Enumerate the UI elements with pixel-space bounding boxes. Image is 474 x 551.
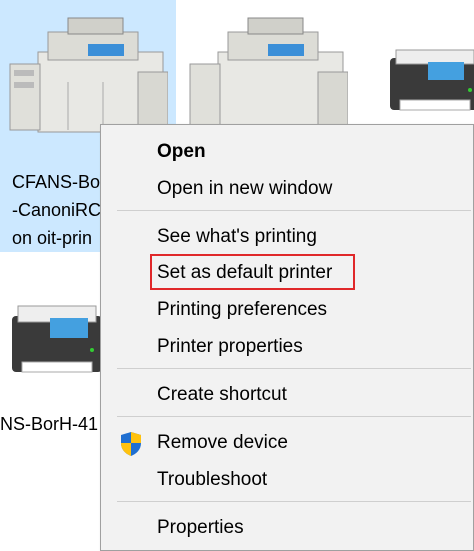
menu-item-label: Remove device: [157, 432, 288, 453]
menu-item-properties[interactable]: Properties: [101, 509, 473, 546]
menu-item-label: Printing preferences: [157, 299, 328, 320]
menu-item-open[interactable]: Open: [101, 133, 473, 170]
copier-printer-icon: [189, 17, 348, 133]
menu-item-label: Create shortcut: [157, 384, 287, 405]
printer-label-line: on oit-prin: [12, 228, 93, 248]
menu-item-see-whats-printing[interactable]: See what's printing: [101, 218, 473, 255]
menu-separator: [117, 368, 471, 369]
menu-item-label: Properties: [157, 517, 244, 538]
printer-tile-2[interactable]: [188, 12, 358, 133]
menu-item-label: Open: [157, 141, 206, 162]
menu-separator: [117, 501, 471, 502]
menu-item-create-shortcut[interactable]: Create shortcut: [101, 376, 473, 413]
printer-label-line: -CanoniRC: [12, 200, 102, 220]
menu-item-label: See what's printing: [157, 226, 317, 247]
menu-item-open-new-window[interactable]: Open in new window: [101, 170, 473, 207]
printer-tile-3[interactable]: [386, 40, 474, 124]
copier-printer-icon: [9, 17, 168, 133]
menu-item-printer-properties[interactable]: Printer properties: [101, 328, 473, 365]
uac-shield-icon: [121, 432, 141, 456]
context-menu: Open Open in new window See what's print…: [100, 124, 474, 551]
inkjet-printer-icon: [390, 49, 474, 111]
menu-item-printing-preferences[interactable]: Printing preferences: [101, 291, 473, 328]
menu-item-troubleshoot[interactable]: Troubleshoot: [101, 461, 473, 498]
menu-item-remove-device[interactable]: Remove device: [101, 424, 473, 461]
menu-item-label: Printer properties: [157, 336, 303, 357]
printer-label-line: CFANS-Bo: [12, 172, 101, 192]
printer-tile-4[interactable]: NS-BorH-41: [0, 290, 102, 440]
menu-item-label: Open in new window: [157, 178, 333, 199]
menu-separator: [117, 416, 471, 417]
menu-separator: [117, 210, 471, 211]
printer-label-line: NS-BorH-41: [0, 414, 99, 434]
highlight-box: [150, 254, 355, 290]
menu-item-label: Troubleshoot: [157, 469, 268, 490]
inkjet-printer-icon: [12, 305, 102, 373]
